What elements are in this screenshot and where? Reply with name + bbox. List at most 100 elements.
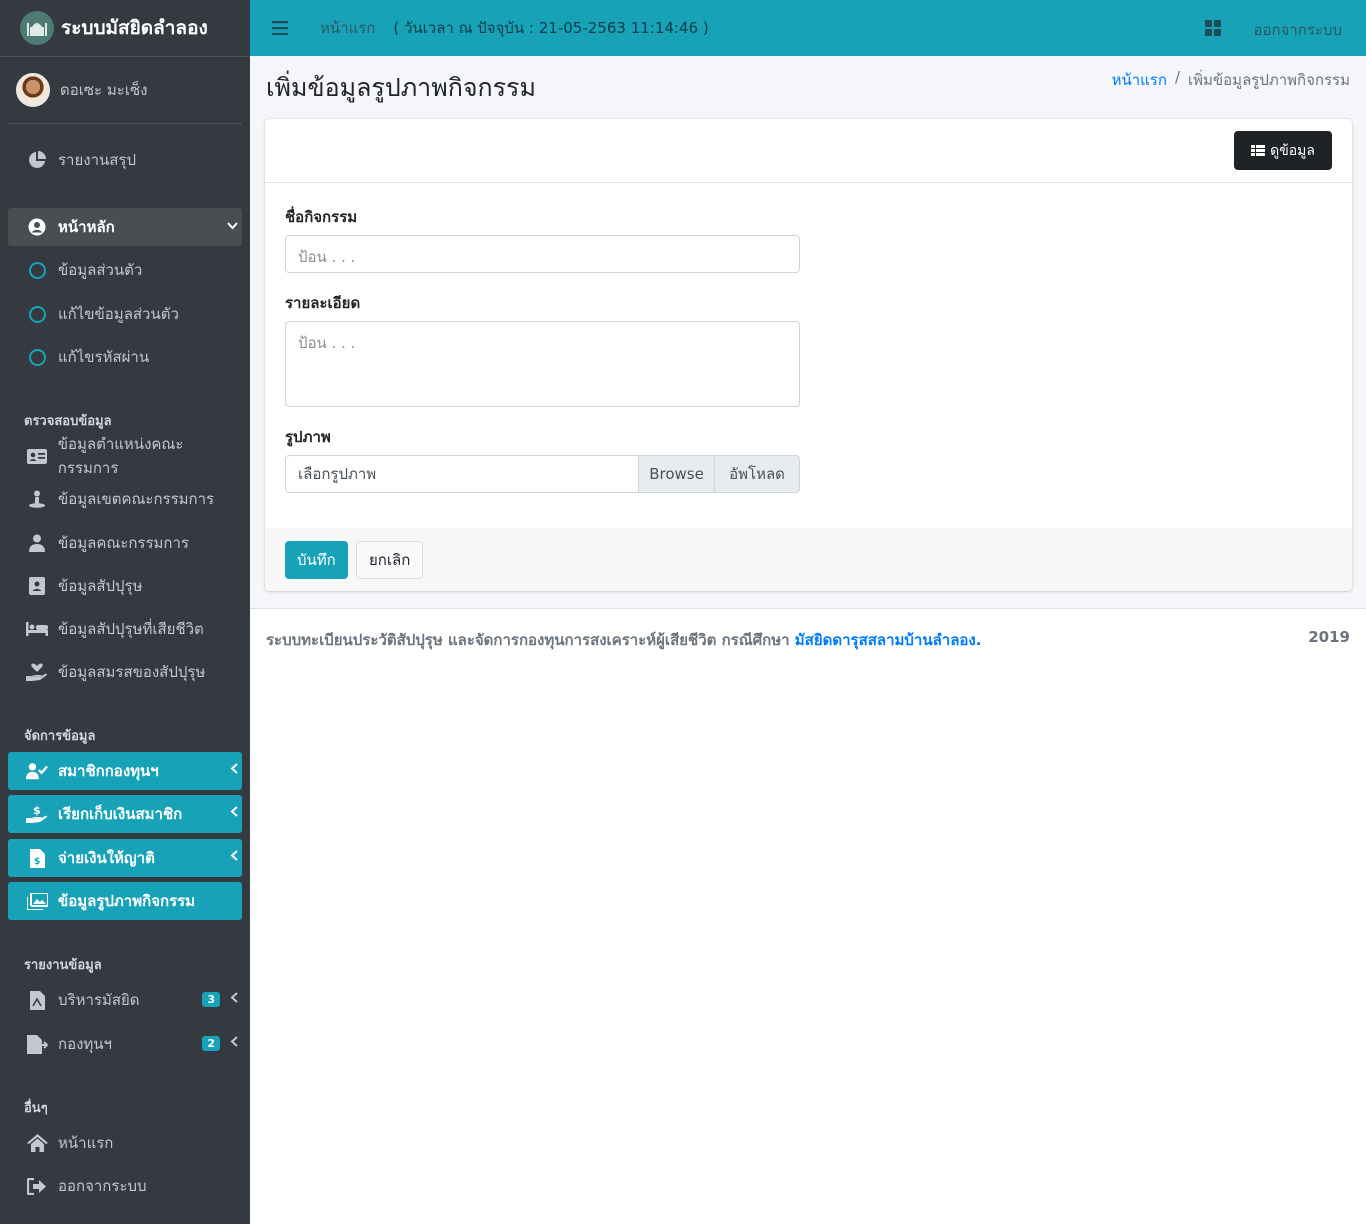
count-badge: 3 bbox=[202, 992, 220, 1007]
footer-year: 2019 bbox=[1308, 628, 1350, 646]
sidebar-item-committee-positions[interactable]: ข้อมูลตำแหน่งคณะกรรมการ bbox=[8, 435, 242, 477]
sidebar-item-pay-relatives[interactable]: $ จ่ายเงินให้ญาติ bbox=[8, 839, 242, 877]
sidebar-item-label: บริหารมัสยิด bbox=[58, 991, 140, 1009]
menu-toggle-icon[interactable] bbox=[272, 16, 290, 40]
sidebar-item-home[interactable]: หน้าแรก bbox=[8, 1124, 242, 1162]
activity-name-label: ชื่อกิจกรรม bbox=[285, 208, 358, 226]
detail-label: รายละเอียด bbox=[285, 294, 361, 312]
user-name: ดอเซะ มะเซ็ง bbox=[60, 81, 148, 99]
user-tie-icon bbox=[26, 533, 48, 553]
sidebar-item-label: ข้อมูลเขตคณะกรรมการ bbox=[58, 490, 215, 508]
image-label: รูปภาพ bbox=[285, 428, 331, 446]
activity-name-input[interactable]: ป้อน . . . bbox=[285, 235, 800, 273]
sidebar-item-label: ข้อมูลรูปภาพกิจกรรม bbox=[58, 892, 196, 910]
card-header: ดูข้อมูล bbox=[265, 119, 1352, 183]
circle-icon bbox=[26, 304, 48, 324]
images-icon bbox=[26, 891, 48, 911]
file-invoice-dollar-icon: $ bbox=[26, 848, 48, 868]
nav-header-other: อื่นๆ bbox=[24, 1101, 48, 1116]
person-pin-icon bbox=[26, 489, 48, 509]
form-card: ดูข้อมูล ชื่อกิจกรรม ป้อน . . . รายละเอี… bbox=[265, 119, 1352, 591]
sidebar: ระบบมัสยิดลำลอง ดอเซะ มะเซ็ง รายงานสรุป … bbox=[0, 0, 250, 1224]
nav-header-report: รายงานข้อมูล bbox=[24, 958, 102, 973]
table-icon bbox=[1251, 144, 1266, 157]
count-badge: 2 bbox=[202, 1036, 220, 1051]
sidebar-item-label: ข้อมูลคณะกรรมการ bbox=[58, 534, 189, 552]
sidebar-item-label: แก้ไขรหัสผ่าน bbox=[58, 348, 150, 366]
sidebar-item-label: แก้ไขข้อมูลส่วนตัว bbox=[58, 305, 179, 323]
sidebar-item-marriage[interactable]: ข้อมูลสมรสของสัปปุรุษ bbox=[8, 653, 242, 691]
nav-header-manage: จัดการข้อมูล bbox=[24, 729, 96, 744]
sidebar-item-label: กองทุนฯ bbox=[58, 1035, 112, 1053]
file-name-display[interactable]: เลือกรูปภาพ bbox=[286, 456, 638, 492]
sidebar-item-label: จ่ายเงินให้ญาติ bbox=[58, 849, 155, 867]
sidebar-item-label: หน้าหลัก bbox=[58, 218, 115, 236]
nav-header-check: ตรวจสอบข้อมูล bbox=[24, 414, 112, 429]
sidebar-item-members[interactable]: ข้อมูลสัปปุรุษ bbox=[8, 567, 242, 605]
chevron-down-icon bbox=[227, 219, 238, 233]
user-circle-icon bbox=[26, 217, 48, 237]
sidebar-item-committee[interactable]: ข้อมูลคณะกรรมการ bbox=[8, 524, 242, 562]
upload-button[interactable]: อัพโหลด bbox=[714, 456, 799, 492]
detail-textarea[interactable]: ป้อน . . . bbox=[285, 321, 800, 407]
sidebar-item-label: ข้อมูลสัปปุรุษ bbox=[58, 577, 143, 595]
circle-icon bbox=[26, 260, 48, 280]
breadcrumb-current: เพิ่มข้อมูลรูปภาพกิจกรรม bbox=[1188, 71, 1350, 89]
page-title: เพิ่มข้อมูลรูปภาพกิจกรรม bbox=[266, 73, 536, 102]
sidebar-item-edit-profile[interactable]: แก้ไขข้อมูลส่วนตัว bbox=[8, 295, 242, 333]
sidebar-item-collect-money[interactable]: $ เรียกเก็บเงินสมาชิก bbox=[8, 795, 242, 833]
file-export-icon bbox=[26, 1034, 48, 1054]
brand[interactable]: ระบบมัสยิดลำลอง bbox=[0, 0, 250, 57]
sidebar-item-label: ข้อมูลตำแหน่งคณะกรรมการ bbox=[57, 435, 184, 477]
sidebar-item-main[interactable]: หน้าหลัก bbox=[8, 208, 242, 246]
save-button[interactable]: บันทึก bbox=[285, 541, 348, 579]
top-navbar: หน้าแรก ( วันเวลา ณ ปัจจุบัน : 21-05-256… bbox=[250, 0, 1366, 56]
sign-out-icon bbox=[26, 1176, 48, 1196]
sidebar-item-activity-images[interactable]: ข้อมูลรูปภาพกิจกรรม bbox=[8, 882, 242, 920]
breadcrumb-separator: / bbox=[1174, 68, 1181, 86]
footer-text: ระบบทะเบียนประวัติสัปปุรุษ และจัดการกองท… bbox=[266, 628, 981, 652]
sidebar-item-summary[interactable]: รายงานสรุป bbox=[8, 141, 242, 179]
mosque-logo-icon bbox=[20, 11, 54, 45]
current-datetime: ( วันเวลา ณ ปัจจุบัน : 21-05-2563 11:14:… bbox=[393, 19, 709, 37]
top-logout-link[interactable]: ออกจากระบบ bbox=[1253, 18, 1342, 42]
breadcrumb: หน้าแรก / เพิ่มข้อมูลรูปภาพกิจกรรม bbox=[1112, 68, 1350, 92]
sidebar-item-profile[interactable]: ข้อมูลส่วนตัว bbox=[8, 251, 242, 289]
sidebar-item-change-password[interactable]: แก้ไขรหัสผ่าน bbox=[8, 338, 242, 376]
chevron-left-icon bbox=[230, 1036, 238, 1050]
address-book-icon bbox=[26, 576, 48, 596]
hand-holding-heart-icon bbox=[26, 662, 48, 682]
sidebar-item-deceased[interactable]: ข้อมูลสัปปุรุษที่เสียชีวิต bbox=[8, 610, 242, 648]
browse-button[interactable]: Browse bbox=[638, 456, 714, 492]
sidebar-item-label: ข้อมูลสมรสของสัปปุรุษ bbox=[58, 663, 206, 681]
view-data-label: ดูข้อมูล bbox=[1270, 142, 1315, 159]
breadcrumb-home-link[interactable]: หน้าแรก bbox=[1112, 68, 1167, 92]
top-home-link[interactable]: หน้าแรก bbox=[320, 16, 375, 40]
sidebar-item-committee-zones[interactable]: ข้อมูลเขตคณะกรรมการ bbox=[8, 480, 242, 518]
home-icon bbox=[26, 1133, 48, 1153]
footer-link[interactable]: มัสยิดดารุสสลามบ้านลำลอง. bbox=[795, 631, 982, 649]
sidebar-item-label: เรียกเก็บเงินสมาชิก bbox=[58, 805, 183, 823]
svg-text:$: $ bbox=[34, 857, 40, 867]
sidebar-item-label: ออกจากระบบ bbox=[58, 1177, 147, 1195]
sidebar-item-logout[interactable]: ออกจากระบบ bbox=[8, 1167, 242, 1205]
svg-text:$: $ bbox=[33, 805, 41, 817]
chevron-left-icon bbox=[230, 806, 238, 820]
pie-chart-icon bbox=[26, 150, 48, 170]
view-data-button[interactable]: ดูข้อมูล bbox=[1234, 131, 1332, 170]
sidebar-item-fund-members[interactable]: สมาชิกกองทุนฯ bbox=[8, 752, 242, 790]
apps-grid-icon[interactable] bbox=[1205, 20, 1221, 36]
image-file-input[interactable]: เลือกรูปภาพ Browse อัพโหลด bbox=[285, 455, 800, 493]
content-area: เพิ่มข้อมูลรูปภาพกิจกรรม หน้าแรก / เพิ่ม… bbox=[250, 56, 1366, 608]
user-check-icon bbox=[26, 761, 48, 781]
user-panel[interactable]: ดอเซะ มะเซ็ง bbox=[8, 57, 242, 124]
sidebar-item-report-mosque[interactable]: บริหารมัสยิด 3 bbox=[8, 981, 242, 1019]
sidebar-item-label: ข้อมูลสัปปุรุษที่เสียชีวิต bbox=[58, 620, 204, 638]
footer-description: ระบบทะเบียนประวัติสัปปุรุษ และจัดการกองท… bbox=[266, 631, 790, 649]
cancel-button[interactable]: ยกเลิก bbox=[356, 541, 424, 579]
sidebar-item-report-fund[interactable]: กองทุนฯ 2 bbox=[8, 1025, 242, 1063]
chevron-left-icon bbox=[230, 992, 238, 1006]
hand-holding-usd-icon: $ bbox=[26, 804, 48, 824]
avatar bbox=[16, 73, 50, 107]
chevron-left-icon bbox=[230, 763, 238, 777]
